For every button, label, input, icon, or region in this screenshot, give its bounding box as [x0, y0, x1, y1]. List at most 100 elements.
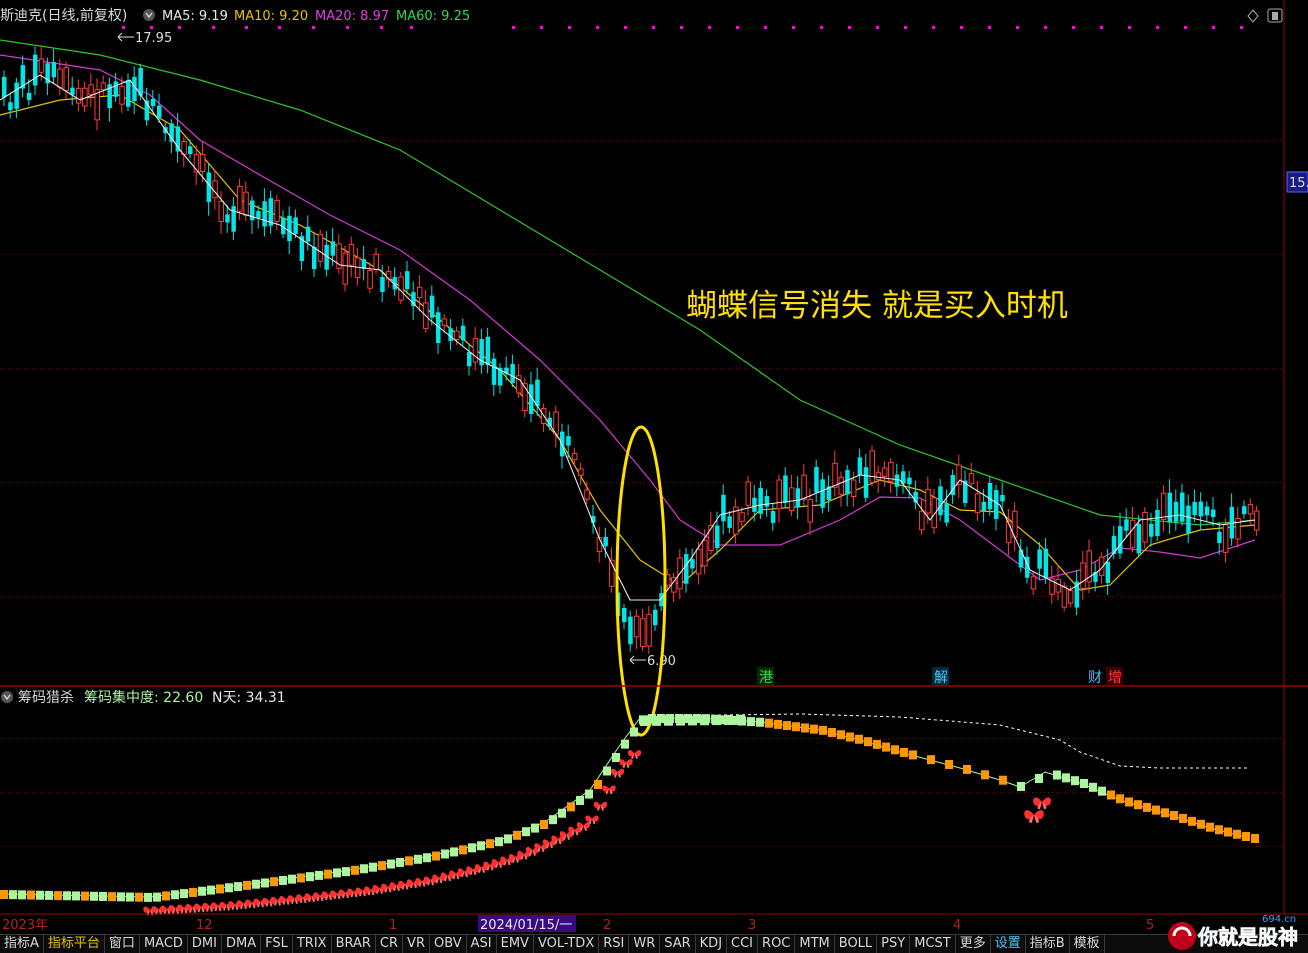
- tab-psy[interactable]: PSY: [877, 935, 911, 953]
- tab-roc[interactable]: ROC: [758, 935, 796, 953]
- chip-block: [1242, 832, 1250, 841]
- chip-block: [1179, 813, 1187, 823]
- signal-dot: [988, 26, 991, 29]
- chip-block: [1053, 770, 1061, 780]
- time-label: 2: [603, 918, 611, 933]
- chip-block: [1152, 805, 1160, 815]
- chip-block: [1188, 816, 1196, 826]
- tab-trix[interactable]: TRIX: [293, 935, 332, 953]
- signal-dot: [1156, 26, 1159, 29]
- candle-body: [385, 271, 392, 280]
- signal-dot: [568, 26, 571, 29]
- tab-obv[interactable]: OBV: [430, 935, 467, 953]
- tab-more[interactable]: 更多: [956, 935, 991, 953]
- tab-template[interactable]: 模板: [1070, 935, 1105, 953]
- tab-window[interactable]: 窗口: [105, 935, 140, 953]
- chip-block: [567, 802, 575, 812]
- watermark-logo: 694.cn 你就是股神: [1168, 914, 1298, 950]
- chip-block: [315, 870, 323, 880]
- candle-body: [100, 82, 107, 91]
- signal-dot: [736, 26, 739, 29]
- tab-kdj[interactable]: KDJ: [696, 935, 728, 953]
- event-marker-gang[interactable]: 港: [759, 670, 773, 686]
- chip-block: [297, 873, 305, 883]
- tab-asi[interactable]: ASI: [467, 935, 497, 953]
- tab-emv[interactable]: EMV: [497, 935, 534, 953]
- chip-block: [963, 764, 971, 774]
- candle-body: [863, 467, 869, 498]
- candle-body: [231, 206, 236, 232]
- tab-macd[interactable]: MACD: [140, 935, 188, 953]
- candle-body: [1186, 505, 1191, 534]
- tab-brar[interactable]: BRAR: [332, 935, 376, 953]
- chip-block: [1134, 800, 1142, 810]
- candle-body: [510, 364, 515, 383]
- candle-body: [764, 496, 770, 507]
- window-restore-icon[interactable]: [1267, 8, 1283, 23]
- tab-vol-tdx[interactable]: VOL-TDX: [534, 935, 600, 953]
- chip-block: [72, 891, 80, 901]
- tab-wr[interactable]: WR: [629, 935, 661, 953]
- candle-body: [491, 358, 497, 385]
- chip-block: [324, 869, 332, 879]
- candle-body: [237, 185, 243, 212]
- tab-rsi[interactable]: RSI: [599, 935, 630, 953]
- candle-body: [243, 191, 249, 216]
- chip-block: [540, 820, 548, 829]
- chip-block: [576, 795, 584, 805]
- candle-body: [795, 488, 801, 508]
- tab-boll[interactable]: BOLL: [835, 935, 878, 953]
- chip-block: [981, 770, 989, 780]
- chip-block: [333, 868, 341, 878]
- chip-block: [882, 742, 890, 752]
- indicator-dropdown-icon[interactable]: [1, 691, 13, 703]
- tab-sar[interactable]: SAR: [660, 935, 696, 953]
- event-marker-jie[interactable]: 解: [934, 670, 948, 686]
- chip-block: [162, 891, 170, 901]
- candle-body: [1030, 576, 1037, 590]
- chip-block-upper: [688, 715, 697, 726]
- tab-indicator-b[interactable]: 指标B: [1026, 935, 1070, 953]
- chip-block: [279, 875, 287, 885]
- ma20-label: MA20: 8.97: [315, 9, 389, 24]
- candle-body: [119, 85, 125, 105]
- chip-block: [387, 859, 395, 869]
- candle-body: [8, 102, 13, 111]
- event-marker-cai[interactable]: 财: [1088, 670, 1102, 686]
- chart-grid: [0, 0, 1285, 914]
- tab-mcst[interactable]: MCST: [910, 935, 956, 953]
- candle-body: [1105, 561, 1111, 583]
- chip-block: [1035, 774, 1043, 783]
- candle-body: [225, 214, 230, 223]
- tab-fsl[interactable]: FSL: [261, 935, 293, 953]
- tab-indicator-platform[interactable]: 指标平台: [44, 935, 105, 953]
- dropdown-circle-icon[interactable]: [143, 9, 155, 21]
- tab-cr[interactable]: CR: [376, 935, 404, 953]
- tab-dma[interactable]: DMA: [222, 935, 262, 953]
- tab-cci[interactable]: CCI: [727, 935, 759, 953]
- candle-body: [981, 501, 987, 511]
- candle-body: [256, 211, 261, 218]
- chip-block: [378, 861, 386, 871]
- candle-body: [472, 338, 479, 363]
- chip-block: [855, 734, 863, 744]
- candle-body: [262, 201, 267, 227]
- tab-vr[interactable]: VR: [403, 935, 430, 953]
- candle-body: [628, 616, 633, 645]
- candle-body: [640, 618, 646, 647]
- chip-block: [414, 854, 422, 864]
- tab-settings[interactable]: 设置: [991, 935, 1026, 953]
- tab-indicator-a[interactable]: 指标A: [0, 935, 44, 953]
- chip-block: [522, 827, 530, 837]
- butterfly-signals: [143, 750, 1051, 916]
- candle-body: [454, 330, 460, 340]
- diamond-icon[interactable]: [1247, 9, 1259, 23]
- chip-block: [1224, 827, 1232, 837]
- chip-block: [144, 892, 152, 902]
- time-label: 4: [953, 918, 961, 933]
- tab-dmi[interactable]: DMI: [188, 935, 222, 953]
- chip-block: [828, 728, 836, 737]
- candle-body: [875, 472, 882, 480]
- tab-mtm[interactable]: MTM: [795, 935, 835, 953]
- event-marker-zeng[interactable]: 增: [1108, 670, 1122, 686]
